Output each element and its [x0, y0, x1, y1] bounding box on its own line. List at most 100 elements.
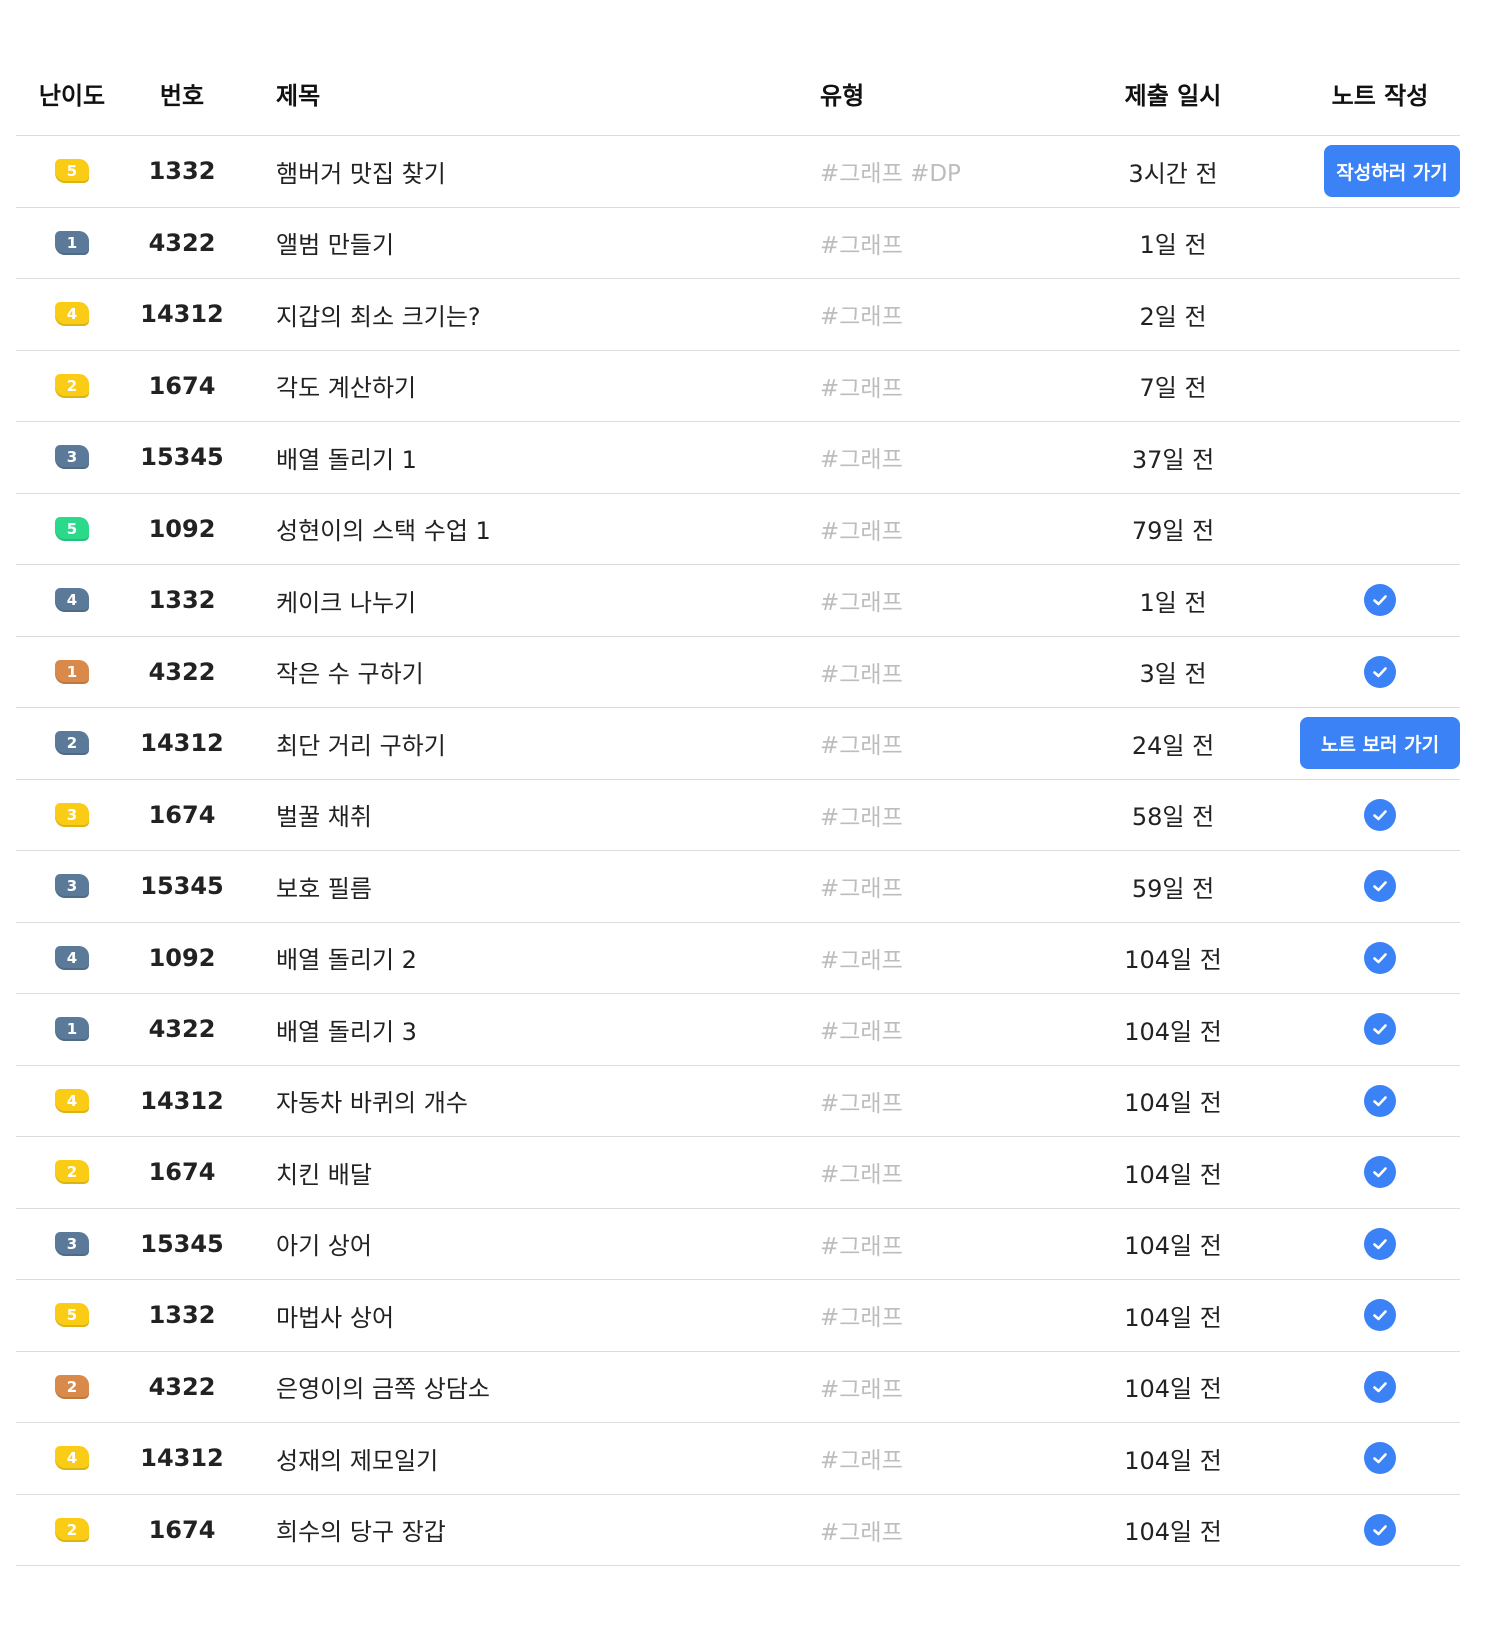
table-row[interactable]: 1 4322 앨범 만들기 #그래프 1일 전	[16, 208, 1460, 279]
problem-title[interactable]: 희수의 당구 장갑	[236, 1512, 776, 1547]
table-row[interactable]: 5 1092 성현이의 스택 수업 1 #그래프 79일 전	[16, 494, 1460, 565]
level-badge: 2	[55, 731, 89, 756]
problem-tags: #그래프	[820, 947, 903, 974]
level-cell: 4	[16, 588, 128, 613]
table-row[interactable]: 2 1674 각도 계산하기 #그래프 7일 전	[16, 351, 1460, 422]
level-cell: 4	[16, 302, 128, 327]
level-badge: 3	[55, 802, 89, 827]
table-row[interactable]: 5 1332 햄버거 맛집 찾기 #그래프 #DP 3시간 전 작성하러 가기	[16, 136, 1460, 208]
problem-tags: #그래프	[820, 804, 903, 831]
problem-title[interactable]: 성현이의 스택 수업 1	[236, 511, 776, 546]
problem-title[interactable]: 최단 거리 구하기	[236, 726, 776, 761]
level-cell: 2	[16, 731, 128, 756]
problem-number: 14312	[140, 1444, 224, 1473]
check-circle-icon	[1364, 1227, 1396, 1260]
table-header: 난이도 번호 제목 유형 제출 일시 노트 작성	[16, 52, 1460, 136]
table-row[interactable]: 4 1092 배열 돌리기 2 #그래프 104일 전	[16, 923, 1460, 994]
problem-title[interactable]: 마법사 상어	[236, 1298, 776, 1333]
table-row[interactable]: 3 15345 아기 상어 #그래프 104일 전	[16, 1209, 1460, 1280]
problem-tags: #그래프	[820, 518, 903, 545]
problem-tags: #그래프	[820, 661, 903, 688]
problem-title[interactable]: 벌꿀 채취	[236, 797, 776, 832]
problem-title[interactable]: 배열 돌리기 1	[236, 440, 776, 475]
problem-number: 15345	[140, 872, 224, 901]
level-cell: 5	[16, 1303, 128, 1328]
level-badge: 1	[55, 230, 89, 255]
submitted-date: 104일 전	[1124, 1017, 1222, 1046]
submitted-date: 104일 전	[1124, 1160, 1222, 1189]
table-row[interactable]: 1 4322 배열 돌리기 3 #그래프 104일 전	[16, 994, 1460, 1066]
level-cell: 2	[16, 1160, 128, 1185]
check-circle-icon	[1364, 1013, 1396, 1046]
problem-title[interactable]: 보호 필름	[236, 869, 776, 904]
check-circle-icon	[1364, 798, 1396, 831]
level-cell: 4	[16, 1446, 128, 1471]
problem-number: 14312	[140, 729, 224, 758]
level-cell: 2	[16, 1517, 128, 1542]
problem-title[interactable]: 지갑의 최소 크기는?	[236, 297, 776, 332]
problem-title[interactable]: 작은 수 구하기	[236, 654, 776, 689]
submitted-date: 104일 전	[1124, 946, 1222, 975]
submitted-date: 104일 전	[1124, 1232, 1222, 1261]
problem-title[interactable]: 햄버거 맛집 찾기	[236, 154, 776, 189]
problem-title[interactable]: 자동차 바퀴의 개수	[236, 1083, 776, 1118]
level-cell: 3	[16, 874, 128, 899]
level-cell: 3	[16, 802, 128, 827]
submitted-date: 104일 전	[1124, 1089, 1222, 1118]
table-row[interactable]: 2 4322 은영이의 금쪽 상담소 #그래프 104일 전	[16, 1352, 1460, 1423]
submitted-date: 104일 전	[1124, 1375, 1222, 1404]
check-circle-icon	[1364, 1442, 1396, 1475]
level-badge: 2	[55, 1374, 89, 1399]
table-row[interactable]: 2 14312 최단 거리 구하기 #그래프 24일 전 노트 보러 가기	[16, 708, 1460, 780]
table-body: 5 1332 햄버거 맛집 찾기 #그래프 #DP 3시간 전 작성하러 가기 1 4322 앨…	[16, 136, 1460, 1566]
table-row[interactable]: 3 1674 벌꿀 채취 #그래프 58일 전	[16, 780, 1460, 851]
level-badge: 3	[55, 445, 89, 470]
level-cell: 3	[16, 445, 128, 470]
note-cell	[1300, 1513, 1460, 1546]
check-circle-icon	[1364, 1513, 1396, 1546]
problem-title[interactable]: 앨범 만들기	[236, 225, 776, 260]
table-row[interactable]: 1 4322 작은 수 구하기 #그래프 3일 전	[16, 637, 1460, 708]
table-row[interactable]: 3 15345 배열 돌리기 1 #그래프 37일 전	[16, 422, 1460, 494]
problem-tags: #그래프	[820, 375, 903, 402]
table-row[interactable]: 3 15345 보호 필름 #그래프 59일 전	[16, 851, 1460, 923]
table-row[interactable]: 4 14312 자동차 바퀴의 개수 #그래프 104일 전	[16, 1066, 1460, 1137]
problem-title[interactable]: 케이크 나누기	[236, 583, 776, 618]
view-note-button[interactable]: 노트 보러 가기	[1300, 717, 1460, 770]
table-row[interactable]: 2 1674 희수의 당구 장갑 #그래프 104일 전	[16, 1495, 1460, 1566]
level-badge: 5	[55, 159, 89, 184]
header-title: 제목	[276, 82, 321, 110]
problem-title[interactable]: 치킨 배달	[236, 1155, 776, 1190]
problem-title[interactable]: 각도 계산하기	[236, 368, 776, 403]
level-badge: 1	[55, 1017, 89, 1042]
check-circle-icon	[1364, 655, 1396, 688]
note-cell: 작성하러 가기	[1300, 145, 1460, 198]
level-cell: 3	[16, 1231, 128, 1256]
problem-title[interactable]: 배열 돌리기 2	[236, 940, 776, 975]
level-badge: 2	[55, 1160, 89, 1185]
level-badge: 2	[55, 1517, 89, 1542]
table-row[interactable]: 5 1332 마법사 상어 #그래프 104일 전	[16, 1280, 1460, 1352]
check-circle-icon	[1364, 584, 1396, 617]
write-note-button[interactable]: 작성하러 가기	[1324, 145, 1460, 198]
submitted-date: 58일 전	[1131, 803, 1215, 832]
problem-title[interactable]: 배열 돌리기 3	[236, 1012, 776, 1047]
problem-number: 4322	[148, 228, 216, 257]
problem-number: 1674	[148, 1515, 216, 1544]
problem-title[interactable]: 은영이의 금쪽 상담소	[236, 1369, 776, 1404]
problem-title[interactable]: 성재의 제모일기	[236, 1441, 776, 1476]
table-row[interactable]: 4 14312 성재의 제모일기 #그래프 104일 전	[16, 1423, 1460, 1495]
problem-tags: #그래프	[820, 1090, 903, 1117]
level-badge: 3	[55, 874, 89, 899]
problem-tags: #그래프 #DP	[820, 161, 961, 188]
level-cell: 5	[16, 516, 128, 541]
level-badge: 5	[55, 516, 89, 541]
table-row[interactable]: 4 1332 케이크 나누기 #그래프 1일 전	[16, 565, 1460, 637]
level-cell: 2	[16, 373, 128, 398]
submitted-date: 3시간 전	[1128, 159, 1218, 188]
problem-title[interactable]: 아기 상어	[236, 1226, 776, 1261]
table-row[interactable]: 2 1674 치킨 배달 #그래프 104일 전	[16, 1137, 1460, 1209]
problem-number: 1674	[148, 371, 216, 400]
problem-number: 1092	[148, 514, 216, 543]
table-row[interactable]: 4 14312 지갑의 최소 크기는? #그래프 2일 전	[16, 279, 1460, 351]
